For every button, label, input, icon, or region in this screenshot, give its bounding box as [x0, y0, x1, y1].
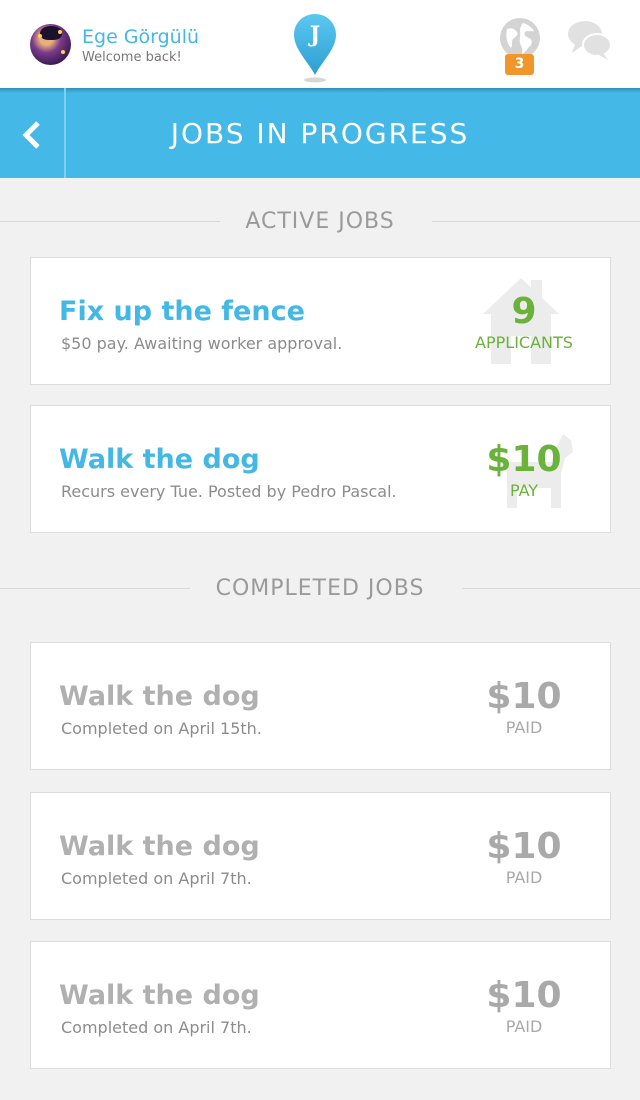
globe-icon[interactable] — [499, 17, 541, 59]
job-card-active[interactable]: Walk the dog Recurs every Tue. Posted by… — [30, 405, 611, 533]
top-header: Ege Görgülü Welcome back! J 3 — [0, 0, 640, 88]
job-subtitle: $50 pay. Awaiting worker approval. — [61, 334, 343, 353]
job-subtitle: Completed on April 7th. — [61, 1018, 252, 1037]
job-title: Walk the dog — [59, 980, 260, 1011]
welcome-text: Welcome back! — [82, 50, 182, 65]
paid-label: PAID — [505, 718, 543, 737]
job-subtitle: Recurs every Tue. Posted by Pedro Pascal… — [61, 482, 397, 501]
section-label: ACTIVE JOBS — [245, 209, 395, 234]
job-title: Walk the dog — [59, 444, 260, 475]
job-card-active[interactable]: Fix up the fence $50 pay. Awaiting worke… — [30, 257, 611, 385]
job-card-completed[interactable]: Walk the dog Completed on April 7th. $10… — [30, 792, 611, 920]
job-title: Walk the dog — [59, 681, 260, 712]
applicant-count: 9 — [511, 291, 537, 332]
job-title: Walk the dog — [59, 831, 260, 862]
paid-amount: $10 — [486, 826, 562, 867]
job-card-completed[interactable]: Walk the dog Completed on April 7th. $10… — [30, 941, 611, 1069]
completed-jobs-heading: COMPLETED JOBS — [0, 574, 640, 604]
chat-bubbles-icon[interactable] — [567, 18, 613, 62]
section-label: COMPLETED JOBS — [215, 576, 425, 601]
job-title: Fix up the fence — [59, 296, 305, 327]
notification-badge[interactable]: 3 — [505, 54, 534, 75]
pay-amount: $10 — [486, 439, 562, 480]
pay-label: PAY — [509, 481, 539, 500]
chevron-left-icon — [22, 121, 40, 149]
job-subtitle: Completed on April 7th. — [61, 869, 252, 888]
paid-label: PAID — [505, 868, 543, 887]
user-name[interactable]: Ege Görgülü — [82, 25, 199, 49]
back-button[interactable] — [0, 88, 66, 178]
applicants-label: APPLICANTS — [475, 333, 573, 352]
paid-label: PAID — [505, 1017, 543, 1036]
paid-amount: $10 — [486, 975, 562, 1016]
logo-letter: J — [309, 22, 321, 48]
jobs-logo-pin-icon[interactable]: J — [293, 13, 337, 83]
job-subtitle: Completed on April 15th. — [61, 719, 262, 738]
paid-amount: $10 — [486, 676, 562, 717]
avatar[interactable] — [30, 24, 71, 65]
job-card-completed[interactable]: Walk the dog Completed on April 15th. $1… — [30, 642, 611, 770]
page-title: JOBS IN PROGRESS — [170, 117, 470, 150]
active-jobs-heading: ACTIVE JOBS — [0, 207, 640, 237]
